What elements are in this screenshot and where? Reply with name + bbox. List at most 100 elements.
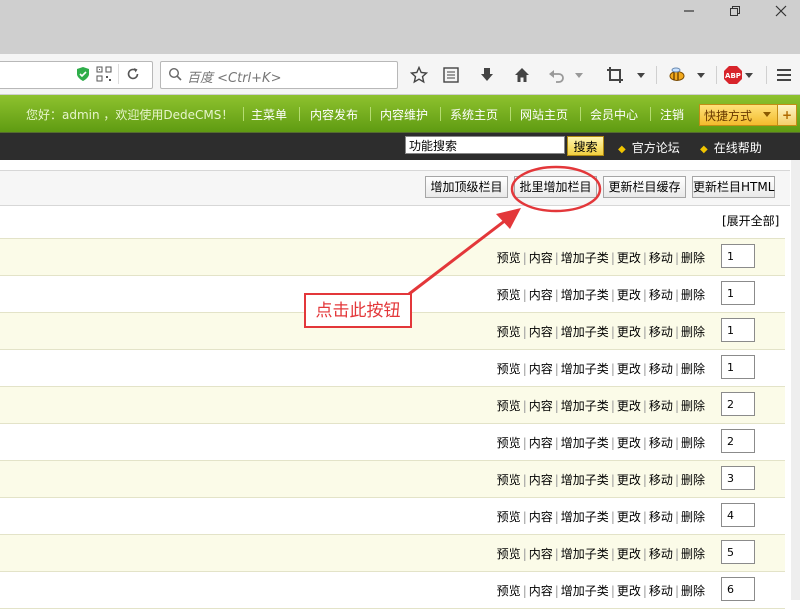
- row-add-child-link[interactable]: 增加子类: [561, 251, 609, 265]
- restore-icon[interactable]: [712, 0, 758, 22]
- row-delete-link[interactable]: 删除: [681, 436, 705, 450]
- row-edit-link[interactable]: 更改: [617, 288, 641, 302]
- row-preview-link[interactable]: 预览: [497, 251, 521, 265]
- minimize-icon[interactable]: [666, 0, 712, 22]
- row-edit-link[interactable]: 更改: [617, 251, 641, 265]
- row-add-child-link[interactable]: 增加子类: [561, 362, 609, 376]
- extension-dropdown-icon[interactable]: [690, 64, 712, 86]
- row-content-link[interactable]: 内容: [529, 362, 553, 376]
- expand-all-link[interactable]: [展开全部]: [722, 212, 779, 229]
- row-content-link[interactable]: 内容: [529, 510, 553, 524]
- row-move-link[interactable]: 移动: [649, 473, 673, 487]
- row-delete-link[interactable]: 删除: [681, 325, 705, 339]
- sort-order-input[interactable]: 2: [721, 429, 755, 453]
- row-edit-link[interactable]: 更改: [617, 473, 641, 487]
- nav-site-home[interactable]: 网站主页: [520, 106, 568, 123]
- row-delete-link[interactable]: 删除: [681, 288, 705, 302]
- row-move-link[interactable]: 移动: [649, 547, 673, 561]
- row-content-link[interactable]: 内容: [529, 325, 553, 339]
- row-delete-link[interactable]: 删除: [681, 547, 705, 561]
- sort-order-input[interactable]: 1: [721, 281, 755, 305]
- function-search-input[interactable]: 功能搜索: [405, 136, 565, 154]
- nav-content-maintain[interactable]: 内容维护: [380, 106, 428, 123]
- row-content-link[interactable]: 内容: [529, 399, 553, 413]
- batch-add-category-button[interactable]: 批里增加栏目: [514, 176, 597, 198]
- nav-main-menu[interactable]: 主菜单: [251, 106, 287, 123]
- update-category-html-button[interactable]: 更新栏目HTML: [692, 176, 775, 198]
- qrcode-icon[interactable]: [96, 66, 112, 85]
- nav-content-publish[interactable]: 内容发布: [310, 106, 358, 123]
- sort-order-input[interactable]: 6: [721, 577, 755, 601]
- sort-order-input[interactable]: 4: [721, 503, 755, 527]
- official-forum-link[interactable]: ◆ 官方论坛: [618, 139, 680, 156]
- sort-order-input[interactable]: 1: [721, 244, 755, 268]
- adblock-dropdown-icon[interactable]: [738, 64, 760, 86]
- row-add-child-link[interactable]: 增加子类: [561, 584, 609, 598]
- row-add-child-link[interactable]: 增加子类: [561, 547, 609, 561]
- close-icon[interactable]: [758, 0, 800, 22]
- add-top-category-button[interactable]: 增加顶级栏目: [425, 176, 508, 198]
- add-quick-link-button[interactable]: +: [777, 104, 797, 126]
- row-edit-link[interactable]: 更改: [617, 436, 641, 450]
- row-delete-link[interactable]: 删除: [681, 399, 705, 413]
- row-delete-link[interactable]: 删除: [681, 473, 705, 487]
- bookmark-star-icon[interactable]: [408, 64, 430, 86]
- sort-order-input[interactable]: 1: [721, 318, 755, 342]
- row-preview-link[interactable]: 预览: [497, 288, 521, 302]
- row-edit-link[interactable]: 更改: [617, 547, 641, 561]
- row-edit-link[interactable]: 更改: [617, 362, 641, 376]
- row-move-link[interactable]: 移动: [649, 251, 673, 265]
- row-move-link[interactable]: 移动: [649, 325, 673, 339]
- reload-icon[interactable]: [125, 66, 141, 85]
- row-move-link[interactable]: 移动: [649, 399, 673, 413]
- row-delete-link[interactable]: 删除: [681, 251, 705, 265]
- download-icon[interactable]: [476, 64, 498, 86]
- row-edit-link[interactable]: 更改: [617, 510, 641, 524]
- row-preview-link[interactable]: 预览: [497, 547, 521, 561]
- reader-list-icon[interactable]: [440, 64, 462, 86]
- quick-links-dropdown[interactable]: 快捷方式: [699, 104, 778, 126]
- undo-icon[interactable]: [546, 64, 568, 86]
- row-delete-link[interactable]: 删除: [681, 584, 705, 598]
- crop-screenshot-icon[interactable]: [604, 64, 626, 86]
- sort-order-input[interactable]: 1: [721, 355, 755, 379]
- row-preview-link[interactable]: 预览: [497, 362, 521, 376]
- row-preview-link[interactable]: 预览: [497, 510, 521, 524]
- row-add-child-link[interactable]: 增加子类: [561, 325, 609, 339]
- row-add-child-link[interactable]: 增加子类: [561, 288, 609, 302]
- nav-member-center[interactable]: 会员中心: [590, 106, 638, 123]
- online-help-link[interactable]: ◆ 在线帮助: [700, 139, 762, 156]
- row-edit-link[interactable]: 更改: [617, 584, 641, 598]
- row-preview-link[interactable]: 预览: [497, 473, 521, 487]
- nav-system-home[interactable]: 系统主页: [450, 106, 498, 123]
- row-move-link[interactable]: 移动: [649, 436, 673, 450]
- row-content-link[interactable]: 内容: [529, 288, 553, 302]
- row-move-link[interactable]: 移动: [649, 584, 673, 598]
- undo-dropdown-icon[interactable]: [568, 64, 590, 86]
- row-edit-link[interactable]: 更改: [617, 325, 641, 339]
- row-preview-link[interactable]: 预览: [497, 399, 521, 413]
- row-delete-link[interactable]: 删除: [681, 510, 705, 524]
- nav-logout[interactable]: 注销: [660, 106, 684, 123]
- row-preview-link[interactable]: 预览: [497, 584, 521, 598]
- update-category-cache-button[interactable]: 更新栏目缓存: [603, 176, 686, 198]
- row-add-child-link[interactable]: 增加子类: [561, 510, 609, 524]
- sort-order-input[interactable]: 5: [721, 540, 755, 564]
- row-delete-link[interactable]: 删除: [681, 362, 705, 376]
- row-content-link[interactable]: 内容: [529, 436, 553, 450]
- function-search-button[interactable]: 搜索: [567, 136, 604, 156]
- search-bar[interactable]: 百度 <Ctrl+K>: [160, 61, 398, 89]
- row-content-link[interactable]: 内容: [529, 251, 553, 265]
- extension-bee-icon[interactable]: [666, 64, 688, 86]
- row-content-link[interactable]: 内容: [529, 584, 553, 598]
- row-content-link[interactable]: 内容: [529, 547, 553, 561]
- row-move-link[interactable]: 移动: [649, 510, 673, 524]
- sort-order-input[interactable]: 2: [721, 392, 755, 416]
- row-move-link[interactable]: 移动: [649, 288, 673, 302]
- row-edit-link[interactable]: 更改: [617, 399, 641, 413]
- home-icon[interactable]: [511, 64, 533, 86]
- url-bar[interactable]: [0, 61, 153, 89]
- row-add-child-link[interactable]: 增加子类: [561, 436, 609, 450]
- crop-dropdown-icon[interactable]: [630, 64, 652, 86]
- row-move-link[interactable]: 移动: [649, 362, 673, 376]
